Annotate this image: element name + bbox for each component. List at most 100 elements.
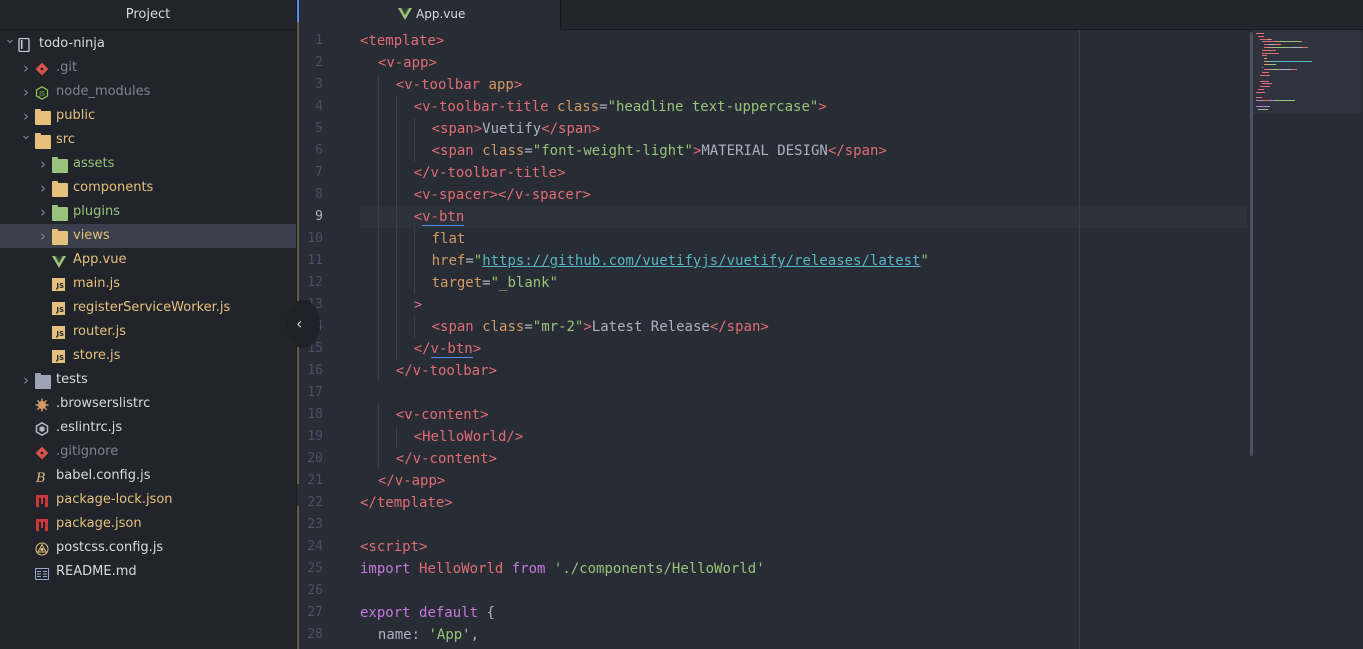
- tree-item-registerserviceworker-js[interactable]: JS registerServiceWorker.js: [0, 296, 296, 320]
- npm-icon: [35, 517, 51, 531]
- tree-item-package-json[interactable]: package.json: [0, 512, 296, 536]
- js-file-icon: JS: [52, 278, 65, 291]
- line-number: 4: [315, 99, 323, 114]
- minimap[interactable]: [1253, 30, 1361, 114]
- minimap-token: [1256, 91, 1265, 93]
- code-token: "_blank": [490, 275, 559, 291]
- tree-item-eslintrc-js[interactable]: .eslintrc.js: [0, 416, 296, 440]
- code-line: name: 'App',: [378, 624, 479, 646]
- code-token: =: [599, 99, 608, 115]
- line-number: 20: [307, 451, 323, 466]
- minimap-token: [1311, 61, 1312, 62]
- chevron-right-icon[interactable]: ›: [20, 56, 32, 80]
- code-token: =: [524, 319, 533, 335]
- tree-item-router-js[interactable]: JS router.js: [0, 320, 296, 344]
- tree-item-public[interactable]: › public: [0, 104, 296, 128]
- tree-item-label: todo-ninja: [39, 36, 105, 51]
- tree-item-store-js[interactable]: JS store.js: [0, 344, 296, 368]
- indent-guide: [413, 228, 415, 250]
- tree-item-todo-ninja[interactable]: ⌄ todo-ninja: [0, 32, 296, 56]
- code-editor[interactable]: <template> <v-app> <v-toolbar app> <v-toolb…: [360, 30, 1363, 649]
- tree-item-assets[interactable]: › assets: [0, 152, 296, 176]
- tree-item-babel-config-js[interactable]: Bbabel.config.js: [0, 464, 296, 488]
- minimap-token: [1263, 55, 1267, 57]
- tree-item-git[interactable]: › .git: [0, 56, 296, 80]
- indent-guide: [395, 272, 397, 294]
- minimap-token: [1260, 38, 1268, 40]
- minimap-token: [1262, 66, 1263, 68]
- chevron-down-icon[interactable]: ⌄: [4, 28, 16, 52]
- code-line: </v-toolbar-title>: [414, 162, 566, 184]
- indent-guide: [395, 338, 397, 360]
- code-token: >: [472, 341, 482, 357]
- chevron-right-icon[interactable]: ›: [20, 368, 32, 392]
- minimap-token: [1262, 83, 1272, 85]
- indent-guide: [377, 360, 379, 382]
- indent-guide: [395, 228, 397, 250]
- code-line: >: [414, 294, 422, 316]
- tree-item-src[interactable]: ⌄ src: [0, 128, 296, 152]
- code-token: </v-content>: [395, 451, 497, 467]
- chevron-right-icon[interactable]: ›: [37, 176, 49, 200]
- chevron-right-icon[interactable]: ›: [20, 80, 32, 104]
- tree-item-readme-md[interactable]: README.md: [0, 560, 296, 584]
- tree-item-app-vue[interactable]: App.vue: [0, 248, 296, 272]
- code-line: <v-app>: [378, 52, 437, 74]
- code-line: <v-content>: [396, 404, 489, 426]
- indent-guide: [377, 250, 379, 272]
- minimap-token: [1260, 86, 1270, 88]
- tree-item-label: .browserslistrc: [56, 396, 151, 411]
- folder-icon: [35, 373, 51, 389]
- folder-icon: [52, 205, 68, 221]
- tree-item-node-modules[interactable]: › JS node_modules: [0, 80, 296, 104]
- chevron-right-icon[interactable]: ›: [37, 152, 49, 176]
- folder-icon: [35, 133, 51, 149]
- minimap-token: [1268, 105, 1270, 107]
- line-number: 19: [307, 429, 323, 444]
- tab-app-vue[interactable]: App.vue: [297, 0, 561, 30]
- minimap-token: [1270, 63, 1276, 65]
- line-number: 17: [307, 385, 323, 400]
- tree-item-browserslistrc[interactable]: .browserslistrc: [0, 392, 296, 416]
- collapse-sidebar-button[interactable]: ‹: [286, 300, 320, 348]
- editor-scrollbar[interactable]: [1250, 32, 1253, 456]
- code-token: <v-toolbar: [395, 77, 481, 93]
- js-file-icon: JS: [52, 326, 65, 339]
- tree-item-package-lock-json[interactable]: package-lock.json: [0, 488, 296, 512]
- minimap-token: [1275, 100, 1295, 102]
- line-number: 9: [315, 209, 323, 224]
- indent-guide: [377, 426, 379, 448]
- minimap-token: [1280, 69, 1291, 71]
- tree-item-plugins[interactable]: › plugins: [0, 200, 296, 224]
- chevron-right-icon[interactable]: ›: [37, 224, 49, 248]
- code-token: HelloWorld: [419, 561, 504, 577]
- tree-item-components[interactable]: › components: [0, 176, 296, 200]
- code-line: </v-app>: [378, 470, 445, 492]
- repo-icon: [18, 37, 34, 53]
- code-token: =: [465, 253, 474, 269]
- code-line: <v-spacer></v-spacer>: [414, 184, 591, 206]
- chevron-right-icon[interactable]: ›: [37, 200, 49, 224]
- tree-item-tests[interactable]: › tests: [0, 368, 296, 392]
- chevron-down-icon[interactable]: ⌄: [20, 124, 32, 148]
- code-token: ": [473, 253, 483, 269]
- minimap-token: [1256, 33, 1264, 34]
- minimap-token: [1271, 38, 1272, 40]
- code-token: MATERIAL DESIGN: [701, 143, 828, 159]
- tree-item-postcss-config-js[interactable]: postcss.config.js: [0, 536, 296, 560]
- tree-item-main-js[interactable]: JS main.js: [0, 272, 296, 296]
- tree-item-views[interactable]: › views: [0, 224, 296, 248]
- code-line: </v-toolbar>: [396, 360, 497, 382]
- line-number: 8: [315, 187, 323, 202]
- minimap-token: [1267, 108, 1268, 110]
- tree-item-label: tests: [56, 372, 88, 387]
- tree-item-gitignore[interactable]: .gitignore: [0, 440, 296, 464]
- code-link[interactable]: https://github.com/vuetifyjs/vuetify/rel…: [482, 253, 920, 269]
- chevron-left-icon: ‹: [296, 314, 303, 333]
- code-line: </v-btn>: [414, 338, 481, 360]
- sidebar-title: Project: [0, 0, 296, 30]
- indent-guide: [395, 184, 397, 206]
